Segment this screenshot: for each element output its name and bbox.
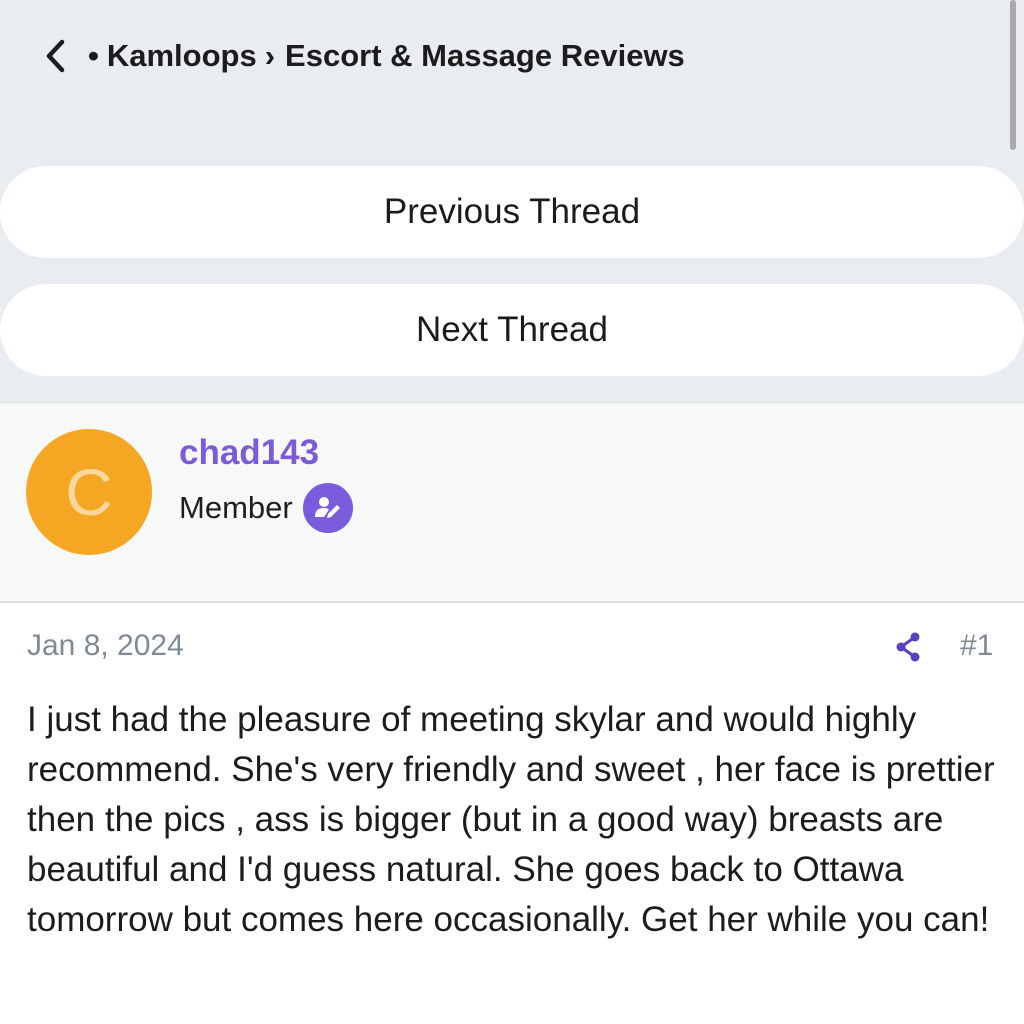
thread-navigation-area: • Kamloops › Escort & Massage Reviews Pr…: [0, 0, 1024, 402]
previous-thread-button[interactable]: Previous Thread: [0, 166, 1024, 258]
post-author-panel: C chad143 Member: [0, 402, 1024, 603]
user-edit-icon: [302, 483, 353, 533]
back-chevron-icon[interactable]: [44, 36, 72, 76]
post-number-link[interactable]: #1: [960, 629, 993, 663]
share-icon[interactable]: [893, 631, 923, 663]
post-body-text: I just had the pleasure of meeting skyla…: [27, 700, 995, 939]
author-username[interactable]: chad143: [179, 433, 319, 473]
post-meta-row: Jan 8, 2024 #1: [0, 603, 1024, 695]
scrollbar-thumb[interactable]: [1010, 0, 1016, 150]
author-role-row: Member: [179, 483, 353, 533]
avatar-letter: C: [65, 455, 113, 529]
next-thread-button[interactable]: Next Thread: [0, 284, 1024, 376]
breadcrumb-item-current[interactable]: Escort & Massage Reviews: [285, 38, 685, 74]
post-date[interactable]: Jan 8, 2024: [27, 629, 184, 663]
breadcrumb-bullet: •: [88, 38, 99, 73]
breadcrumb-item-kamloops[interactable]: Kamloops: [107, 38, 257, 74]
avatar[interactable]: C: [26, 429, 152, 555]
breadcrumb-separator: ›: [264, 38, 276, 73]
breadcrumb: • Kamloops › Escort & Massage Reviews: [44, 34, 685, 78]
author-role: Member: [179, 490, 293, 525]
